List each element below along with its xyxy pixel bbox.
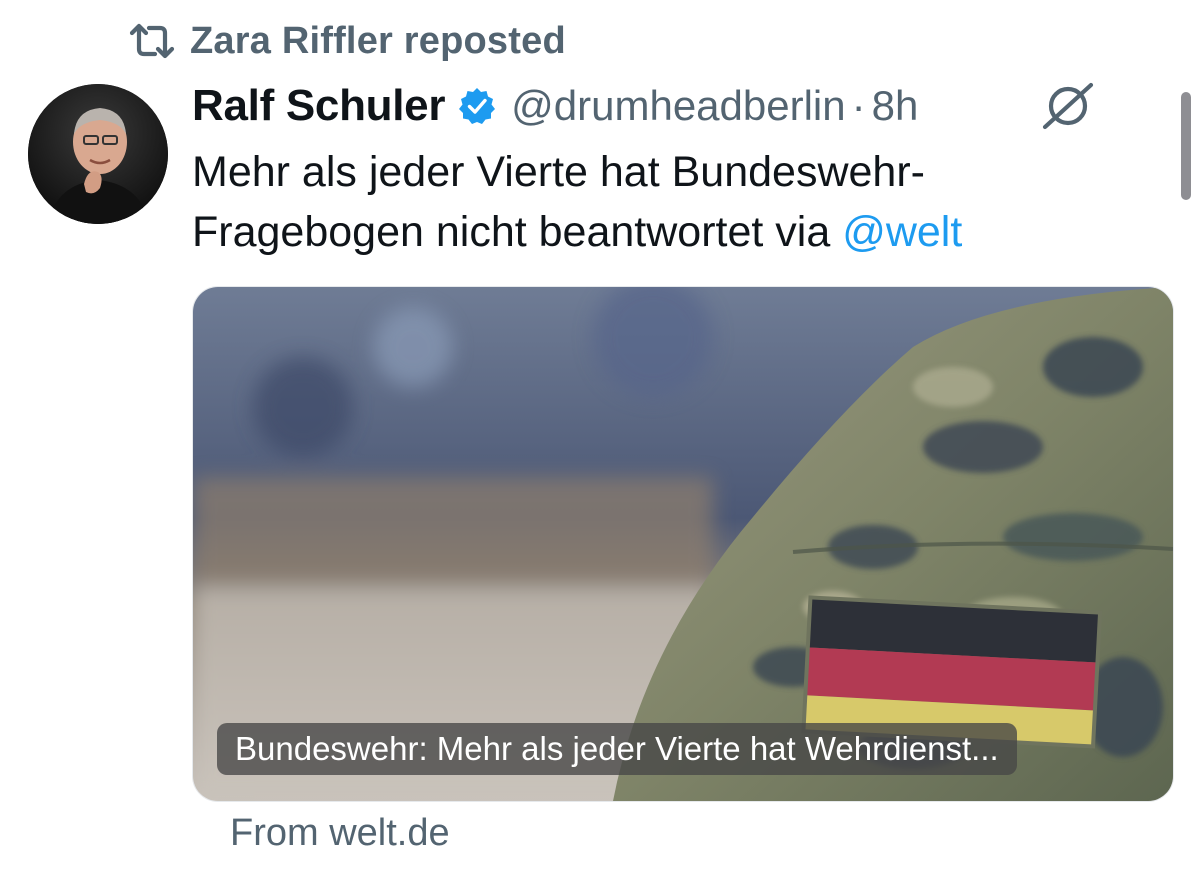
avatar[interactable] xyxy=(28,84,168,224)
repost-icon xyxy=(129,23,175,59)
separator-dot: · xyxy=(851,82,866,129)
avatar-photo xyxy=(28,84,168,224)
repost-context[interactable]: Zara Riffler reposted xyxy=(128,14,566,68)
grok-icon[interactable] xyxy=(1040,80,1096,132)
verified-badge-icon xyxy=(459,88,496,124)
link-card-title: Bundeswehr: Mehr als jeder Vierte hat We… xyxy=(217,723,1017,775)
tweet-text-line-1: Mehr als jeder Vierte hat Bundeswehr- xyxy=(192,148,925,196)
tweet-text-line-2: Fragebogen nicht beantwortet via @welt xyxy=(192,202,1152,262)
timestamp[interactable]: 8h xyxy=(872,82,919,130)
mention-link[interactable]: @welt xyxy=(842,208,962,256)
scrollbar[interactable] xyxy=(1181,92,1191,200)
tweet-view: Zara Riffler reposted Ralf Schuler @drum… xyxy=(0,0,1200,882)
link-card[interactable]: Bundeswehr: Mehr als jeder Vierte hat We… xyxy=(192,286,1174,802)
author-handle[interactable]: @drumheadberlin xyxy=(511,82,845,130)
repost-label[interactable]: Zara Riffler reposted xyxy=(190,20,566,63)
author-name[interactable]: Ralf Schuler xyxy=(192,81,445,131)
link-source[interactable]: From welt.de xyxy=(230,812,450,855)
tweet-header: Ralf Schuler @drumheadberlin · 8h xyxy=(192,76,918,136)
tweet-text-line-2-body: Fragebogen nicht beantwortet via xyxy=(192,208,843,256)
tweet-text: Mehr als jeder Vierte hat Bundeswehr- Fr… xyxy=(192,142,1152,262)
